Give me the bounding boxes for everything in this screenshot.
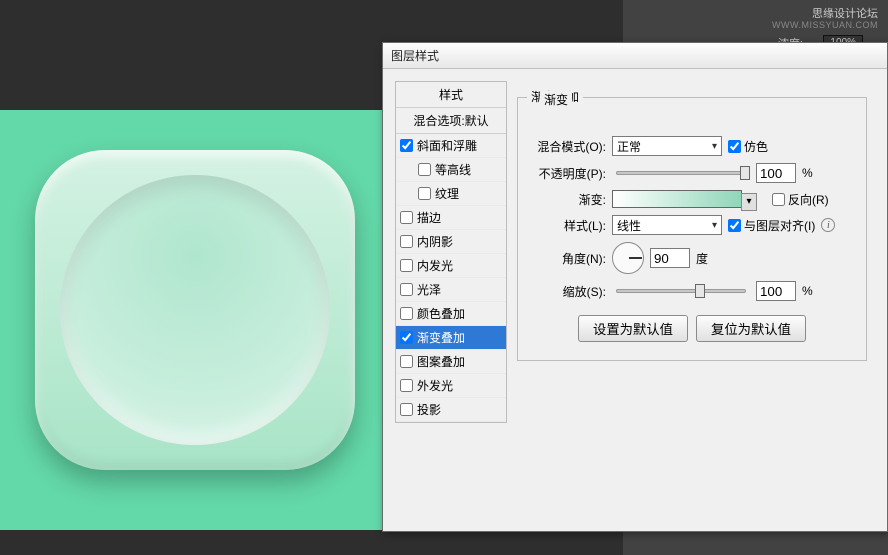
style-checkbox[interactable] xyxy=(400,355,413,368)
dither-checkbox[interactable]: 仿色 xyxy=(728,138,768,155)
dither-label: 仿色 xyxy=(744,138,768,155)
style-item-0[interactable]: 斜面和浮雕 xyxy=(396,134,506,158)
style-label: 样式(L): xyxy=(530,217,606,234)
style-checkbox[interactable] xyxy=(400,283,413,296)
dialog-title: 图层样式 xyxy=(391,47,439,64)
style-item-3[interactable]: 描边 xyxy=(396,206,506,230)
canvas[interactable] xyxy=(0,110,395,530)
style-label: 投影 xyxy=(417,401,441,418)
styles-list-header: 样式 xyxy=(396,82,506,108)
opacity-input[interactable] xyxy=(756,163,796,183)
style-checkbox[interactable] xyxy=(400,331,413,344)
blend-mode-select[interactable]: 正常 xyxy=(612,136,722,156)
style-label: 描边 xyxy=(417,209,441,226)
style-label: 图案叠加 xyxy=(417,353,465,370)
watermark-title: 思缘设计论坛 xyxy=(812,5,878,21)
blend-mode-label: 混合模式(O): xyxy=(530,138,606,155)
opacity-slider[interactable] xyxy=(616,171,746,175)
style-item-9[interactable]: 图案叠加 xyxy=(396,350,506,374)
angle-label: 角度(N): xyxy=(530,250,606,267)
gradient-group-title: 渐变 xyxy=(540,91,572,108)
icon-circle xyxy=(60,175,330,445)
style-checkbox[interactable] xyxy=(400,403,413,416)
style-checkbox[interactable] xyxy=(400,307,413,320)
style-item-1[interactable]: 等高线 xyxy=(396,158,506,182)
style-item-8[interactable]: 渐变叠加 xyxy=(396,326,506,350)
style-item-5[interactable]: 内发光 xyxy=(396,254,506,278)
style-checkbox[interactable] xyxy=(400,259,413,272)
style-checkbox[interactable] xyxy=(400,211,413,224)
gradient-swatch[interactable] xyxy=(612,190,742,208)
style-checkbox[interactable] xyxy=(418,163,431,176)
angle-dial[interactable] xyxy=(612,242,644,274)
style-item-2[interactable]: 纹理 xyxy=(396,182,506,206)
blend-mode-value: 正常 xyxy=(617,138,641,155)
set-default-button[interactable]: 设置为默认值 xyxy=(578,315,688,342)
style-label: 渐变叠加 xyxy=(417,329,465,346)
angle-input[interactable] xyxy=(650,248,690,268)
watermark-url: WWW.MISSYUAN.COM xyxy=(772,20,878,30)
percent-label: % xyxy=(802,166,813,180)
style-item-7[interactable]: 颜色叠加 xyxy=(396,302,506,326)
style-item-10[interactable]: 外发光 xyxy=(396,374,506,398)
scale-label: 缩放(S): xyxy=(530,283,606,300)
reverse-checkbox[interactable]: 反向(R) xyxy=(772,191,829,208)
layer-style-dialog: 图层样式 样式 混合选项:默认 斜面和浮雕等高线纹理描边内阴影内发光光泽颜色叠加… xyxy=(382,42,888,532)
style-checkbox[interactable] xyxy=(400,379,413,392)
icon-squircle xyxy=(35,150,355,470)
slider-handle[interactable] xyxy=(740,166,750,180)
style-item-6[interactable]: 光泽 xyxy=(396,278,506,302)
scale-slider[interactable] xyxy=(616,289,746,293)
slider-handle[interactable] xyxy=(695,284,705,298)
gradient-label: 渐变: xyxy=(530,191,606,208)
align-label: 与图层对齐(I) xyxy=(744,217,815,234)
style-label: 光泽 xyxy=(417,281,441,298)
style-label: 等高线 xyxy=(435,161,471,178)
style-label: 外发光 xyxy=(417,377,453,394)
settings-panel: 渐变叠加 渐变 混合模式(O): 正常 仿色 不透明度(P): % xyxy=(517,81,887,423)
style-select[interactable]: 线性 xyxy=(612,215,722,235)
align-checkbox[interactable]: 与图层对齐(I) xyxy=(728,217,815,234)
scale-input[interactable] xyxy=(756,281,796,301)
style-item-4[interactable]: 内阴影 xyxy=(396,230,506,254)
blend-options-default[interactable]: 混合选项:默认 xyxy=(396,108,506,134)
gradient-fieldset: 渐变 混合模式(O): 正常 仿色 不透明度(P): % 渐变: xyxy=(517,97,867,361)
percent-label: % xyxy=(802,284,813,298)
opacity-label: 不透明度(P): xyxy=(530,165,606,182)
style-label: 颜色叠加 xyxy=(417,305,465,322)
style-checkbox[interactable] xyxy=(418,187,431,200)
style-label: 纹理 xyxy=(435,185,459,202)
reset-default-button[interactable]: 复位为默认值 xyxy=(696,315,806,342)
dialog-titlebar[interactable]: 图层样式 xyxy=(383,43,887,69)
style-item-11[interactable]: 投影 xyxy=(396,398,506,422)
style-label: 内阴影 xyxy=(417,233,453,250)
reverse-label: 反向(R) xyxy=(788,191,829,208)
info-icon[interactable]: i xyxy=(821,218,835,232)
angle-unit: 度 xyxy=(696,250,708,267)
style-label: 斜面和浮雕 xyxy=(417,137,477,154)
style-checkbox[interactable] xyxy=(400,235,413,248)
style-checkbox[interactable] xyxy=(400,139,413,152)
app-background: 思缘设计论坛 WWW.MISSYUAN.COM 浓度: 100% 图层样式 样式… xyxy=(0,0,888,555)
style-value: 线性 xyxy=(617,217,641,234)
styles-list: 样式 混合选项:默认 斜面和浮雕等高线纹理描边内阴影内发光光泽颜色叠加渐变叠加图… xyxy=(395,81,507,423)
style-label: 内发光 xyxy=(417,257,453,274)
dialog-body: 样式 混合选项:默认 斜面和浮雕等高线纹理描边内阴影内发光光泽颜色叠加渐变叠加图… xyxy=(383,69,887,435)
